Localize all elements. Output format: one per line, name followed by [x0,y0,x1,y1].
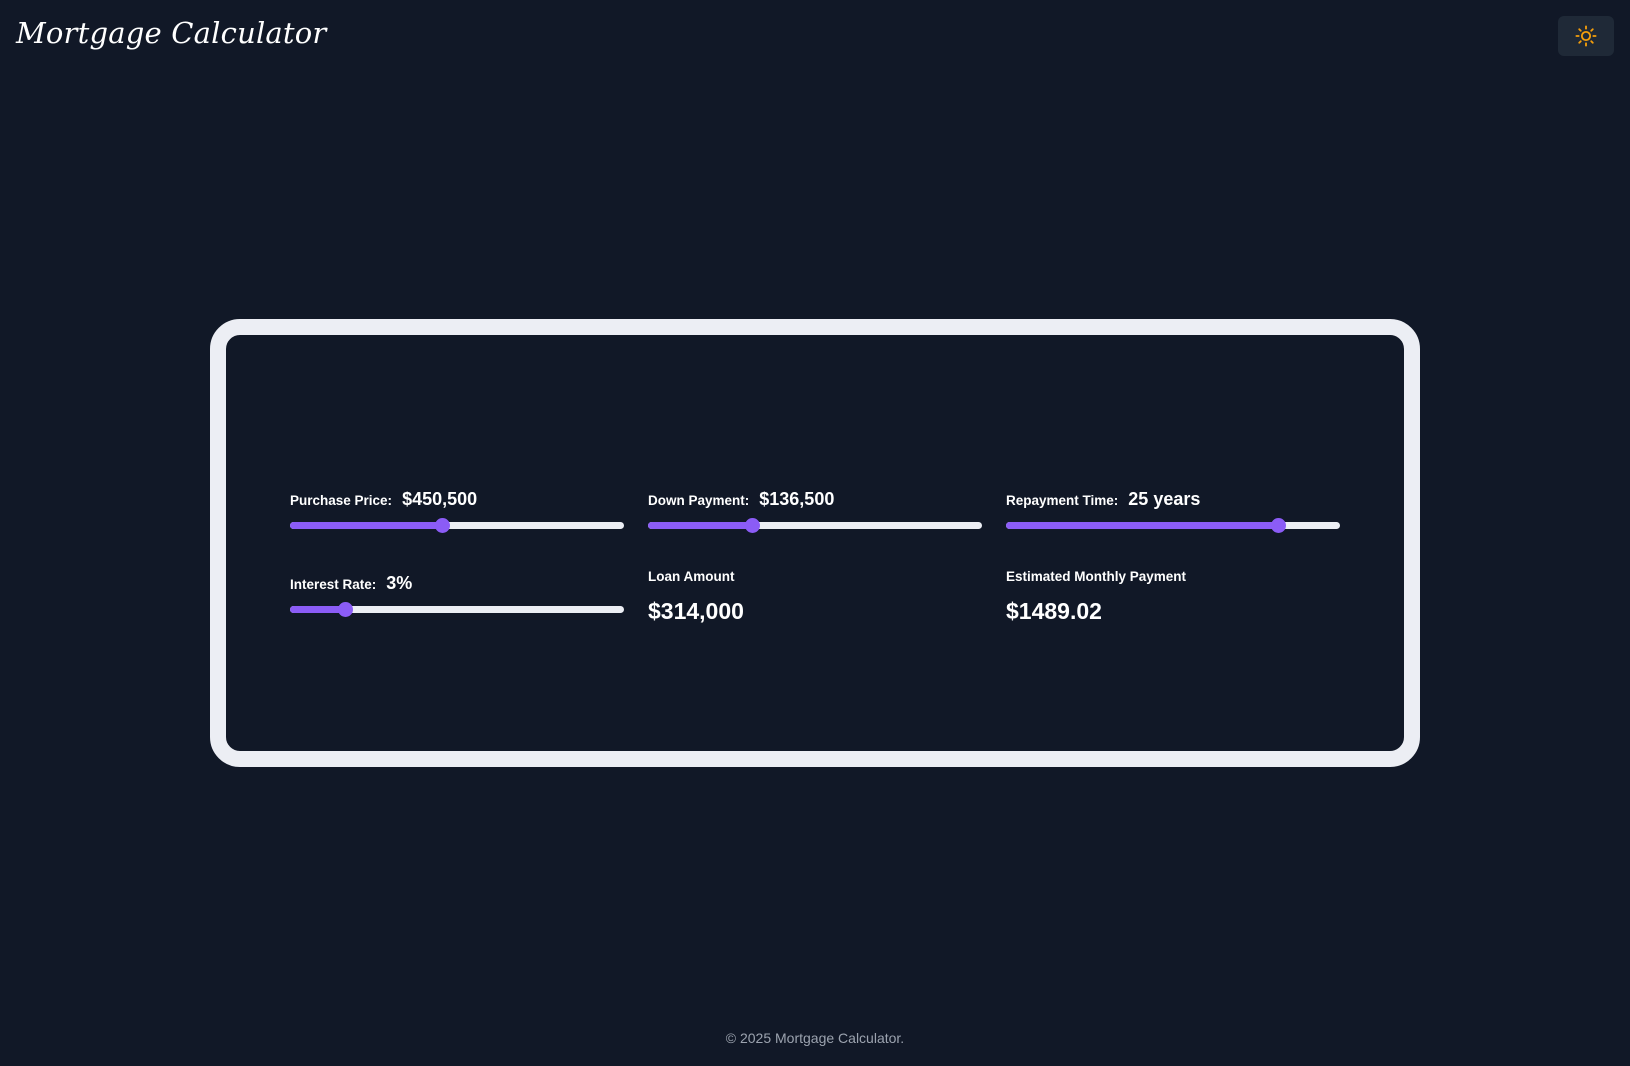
interest-rate-field: Interest Rate: 3% [290,573,624,617]
slider-thumb[interactable] [1271,518,1287,533]
interest-rate-slider[interactable] [290,601,624,617]
slider-fill [648,522,752,529]
sun-icon [1575,25,1597,47]
page: Mortgage Calculator Purchase Price: $450… [0,0,1630,1066]
slider-thumb[interactable] [744,518,760,533]
interest-rate-value: 3% [386,573,413,593]
repayment-time-label: Repayment Time: [1006,493,1119,508]
footer-copyright: © 2025 Mortgage Calculator. [725,1030,905,1046]
app-title: Mortgage Calculator [16,16,327,50]
monthly-payment-result: Estimated Monthly Payment $1489.02 [1006,569,1340,625]
loan-amount-value: $314,000 [648,598,744,624]
down-payment-value: $136,500 [759,489,835,509]
down-payment-field: Down Payment: $136,500 [648,489,982,533]
purchase-price-label: Purchase Price: [290,493,393,508]
monthly-payment-value: $1489.02 [1006,598,1102,624]
purchase-price-field: Purchase Price: $450,500 [290,489,624,533]
calculator-card: Purchase Price: $450,500 Down Payment: $… [210,319,1420,767]
slider-thumb[interactable] [434,518,450,533]
slider-fill [290,522,442,529]
theme-toggle-button[interactable] [1558,16,1614,56]
monthly-payment-label: Estimated Monthly Payment [1006,569,1187,584]
purchase-price-value: $450,500 [402,489,478,509]
purchase-price-slider[interactable] [290,517,624,533]
slider-fill [1006,522,1279,529]
repayment-time-field: Repayment Time: 25 years [1006,489,1340,533]
slider-thumb[interactable] [338,602,354,617]
repayment-time-value: 25 years [1128,489,1201,509]
repayment-time-slider[interactable] [1006,517,1340,533]
header: Mortgage Calculator [0,0,1630,76]
down-payment-slider[interactable] [648,517,982,533]
loan-amount-result: Loan Amount $314,000 [648,569,982,625]
interest-rate-label: Interest Rate: [290,577,377,592]
down-payment-label: Down Payment: [648,493,750,508]
slider-fill [290,606,346,613]
loan-amount-label: Loan Amount [648,569,735,584]
